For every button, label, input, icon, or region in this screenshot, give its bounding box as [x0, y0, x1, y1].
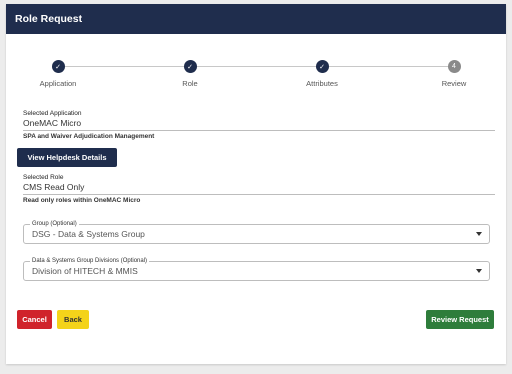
field-underline	[23, 194, 495, 195]
selected-application-label: Selected Application	[23, 110, 82, 117]
group-select[interactable]: Group (Optional) DSG - Data & Systems Gr…	[23, 220, 490, 244]
step-label: Application	[39, 79, 77, 88]
view-helpdesk-details-button[interactable]: View Helpdesk Details	[17, 148, 117, 167]
step-label: Role	[182, 79, 198, 88]
step-label: Attributes	[306, 79, 338, 88]
progress-stepper: ✓ Application ✓ Role ✓ Attributes 4 Revi…	[6, 56, 506, 96]
cancel-button[interactable]: Cancel	[17, 310, 52, 329]
back-button[interactable]: Back	[57, 310, 89, 329]
group-select-value: DSG - Data & Systems Group	[32, 229, 145, 239]
division-select-label: Data & Systems Group Divisions (Optional…	[30, 257, 150, 265]
step-application: ✓ Application	[13, 60, 103, 88]
step-review: 4 Review	[409, 60, 499, 88]
division-select-value: Division of HITECH & MMIS	[32, 266, 138, 276]
step-number: 4	[447, 60, 461, 73]
check-icon: ✓	[315, 60, 329, 73]
page-header: Role Request	[6, 4, 506, 34]
application-description: SPA and Waiver Adjudication Management	[23, 133, 155, 140]
dropdown-arrow-icon	[476, 269, 482, 273]
dropdown-arrow-icon	[476, 232, 482, 236]
group-select-label: Group (Optional)	[30, 220, 79, 228]
selected-role-label: Selected Role	[23, 174, 64, 181]
step-attributes: ✓ Attributes	[277, 60, 367, 88]
field-underline	[23, 130, 495, 131]
role-request-card: Role Request ✓ Application ✓ Role ✓ Attr…	[6, 4, 506, 364]
selected-role-value: CMS Read Only	[23, 182, 85, 192]
role-description: Read only roles within OneMAC Micro	[23, 197, 141, 204]
check-icon: ✓	[51, 60, 65, 73]
check-icon: ✓	[183, 60, 197, 73]
review-request-button[interactable]: Review Request	[426, 310, 494, 329]
division-select[interactable]: Data & Systems Group Divisions (Optional…	[23, 257, 490, 281]
step-role: ✓ Role	[145, 60, 235, 88]
selected-application-value: OneMAC Micro	[23, 118, 82, 128]
page-title: Role Request	[15, 13, 83, 25]
step-label: Review	[441, 79, 467, 88]
